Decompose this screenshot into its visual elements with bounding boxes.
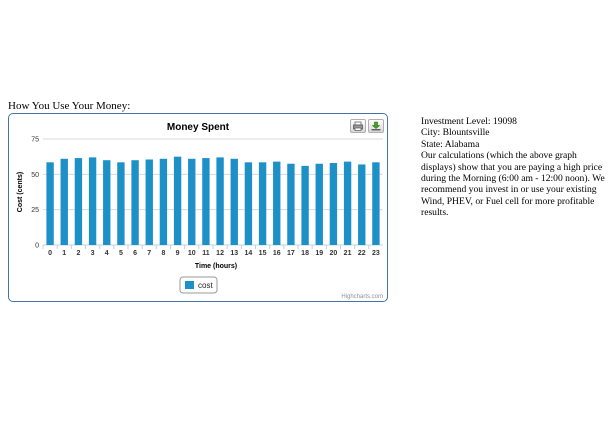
state: State: Alabama (421, 138, 480, 150)
x-tick-label: 21 (344, 250, 352, 257)
money-spent-chart: Money Spent Cost (cents) Time (hours) co… (17, 122, 383, 300)
x-tick-label: 8 (161, 250, 165, 257)
chart-bar[interactable] (230, 158, 238, 245)
chart-bar[interactable] (258, 162, 267, 245)
chart-bar[interactable] (343, 161, 352, 245)
x-tick-label: 9 (176, 250, 180, 257)
chart-bar[interactable] (287, 163, 295, 245)
x-tick-label: 6 (133, 250, 137, 257)
section-label: How You Use Your Money: (8, 100, 131, 112)
y-tick-label: 75 (31, 137, 39, 144)
chart-bar[interactable] (315, 163, 323, 245)
chart-bar[interactable] (301, 165, 309, 245)
recommendation-text: Our calculations (which the above graph … (421, 150, 605, 219)
chart-title: Money Spent (167, 122, 230, 133)
x-tick-label: 20 (330, 250, 338, 257)
chart-bar[interactable] (117, 162, 125, 245)
chart-bar[interactable] (358, 164, 366, 245)
chart-bar[interactable] (131, 160, 139, 245)
x-tick-label: 16 (273, 250, 281, 257)
chart-bar[interactable] (188, 158, 196, 245)
x-tick-label: 22 (358, 250, 366, 257)
download-icon (371, 121, 381, 131)
legend[interactable]: cost (179, 276, 218, 294)
y-tick-label: 0 (35, 243, 39, 250)
chart-bar[interactable] (173, 156, 182, 245)
chart-bar[interactable] (46, 162, 54, 245)
x-tick-label: 11 (202, 250, 210, 257)
chart-bar[interactable] (273, 161, 281, 245)
legend-label: cost (198, 281, 213, 290)
x-tick-label: 4 (105, 250, 109, 257)
investment-level: Investment Level: 19098 (421, 116, 517, 127)
chart-bar[interactable] (103, 160, 111, 245)
chart-bar[interactable] (145, 159, 153, 245)
x-axis-label: Time (hours) (195, 263, 237, 270)
x-tick-label: 19 (315, 250, 323, 257)
chart-bar[interactable] (159, 158, 168, 245)
chart-bar[interactable] (74, 158, 83, 245)
y-tick-label: 50 (31, 172, 39, 179)
chart-bar[interactable] (244, 162, 253, 245)
x-tick-label: 2 (76, 250, 80, 257)
x-tick-label: 18 (301, 250, 309, 257)
x-tick-label: 1 (62, 250, 66, 257)
chart-bar[interactable] (329, 163, 338, 245)
x-tick-label: 5 (119, 250, 123, 257)
chart-bar[interactable] (202, 158, 210, 245)
x-tick-label: 13 (230, 250, 238, 257)
city: City: Blountsville (421, 127, 490, 139)
export-button[interactable] (368, 119, 384, 133)
chart-bar[interactable] (60, 158, 68, 245)
legend-swatch (185, 281, 194, 289)
y-axis-label: Cost (cents) (17, 172, 24, 212)
x-tick-label: 14 (245, 250, 253, 257)
credits-link[interactable]: Highcharts.com (341, 294, 383, 300)
x-tick-label: 10 (188, 250, 196, 257)
print-button[interactable] (350, 119, 366, 133)
x-tick-label: 0 (48, 250, 52, 257)
chart-bar[interactable] (372, 162, 380, 245)
chart-container: Money Spent Cost (cents) Time (hours) co… (8, 113, 388, 302)
x-tick-label: 23 (372, 250, 380, 257)
x-tick-label: 17 (287, 250, 295, 257)
y-tick-label: 25 (31, 207, 39, 214)
x-tick-label: 15 (259, 250, 267, 257)
x-tick-label: 12 (216, 250, 224, 257)
x-tick-label: 7 (147, 250, 151, 257)
chart-bar[interactable] (216, 157, 224, 245)
x-tick-label: 3 (91, 250, 95, 257)
info-panel: Investment Level: 19098 City: Blountsvil… (421, 116, 611, 219)
print-icon (353, 121, 363, 131)
chart-bar[interactable] (88, 157, 97, 245)
